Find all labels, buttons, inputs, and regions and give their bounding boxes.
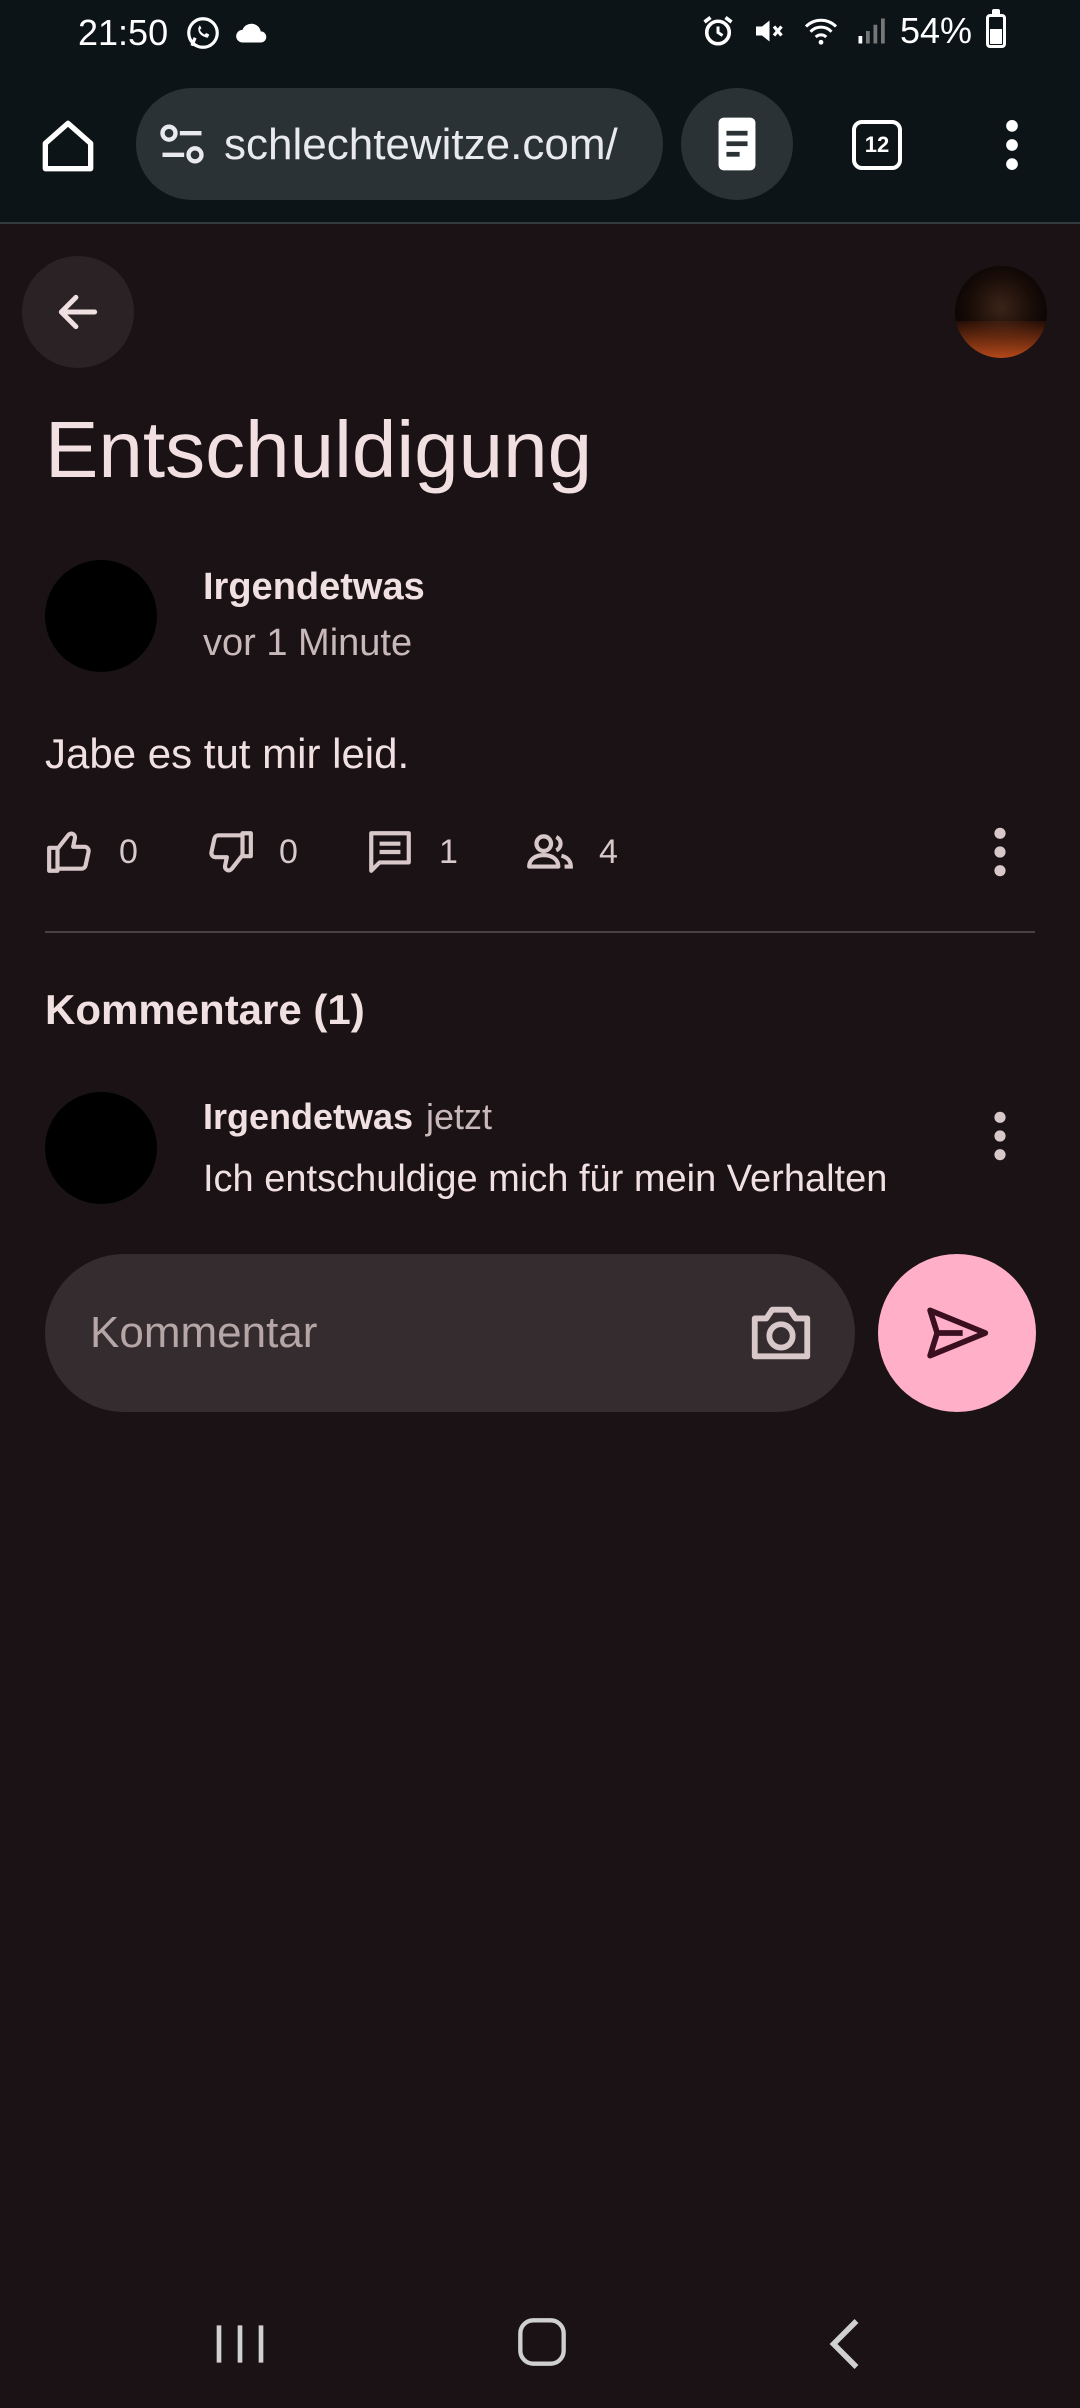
comment-more-icon[interactable] [990, 1108, 1010, 1164]
like-button[interactable]: 0 [45, 820, 138, 884]
signal-icon [858, 18, 885, 44]
site-settings-icon[interactable] [156, 118, 208, 170]
post-actions: 0 0 1 4 [45, 820, 1035, 884]
comment-author[interactable]: Irgendetwas [203, 1096, 413, 1138]
comment-icon [369, 831, 411, 873]
mute-icon [755, 20, 783, 42]
reader-mode-button[interactable] [681, 88, 793, 200]
whatsapp-icon [187, 17, 219, 49]
system-nav-bar [0, 2280, 1080, 2408]
status-time: 21:50 [78, 12, 169, 53]
comment-timestamp: jetzt [426, 1096, 493, 1137]
address-bar[interactable]: schlechtewitze.com/ [136, 88, 663, 200]
battery-icon [986, 9, 1006, 48]
send-button[interactable] [878, 1254, 1036, 1412]
people-icon [527, 834, 573, 869]
arrow-left-icon [58, 294, 98, 330]
thumbs-down-icon [209, 831, 253, 873]
battery-percent: 54% [899, 10, 972, 51]
battery-fill [990, 28, 1002, 44]
post-author-avatar[interactable] [45, 560, 157, 672]
like-count: 0 [119, 832, 138, 871]
home-icon[interactable] [36, 114, 100, 178]
comments-button[interactable]: 1 [365, 820, 458, 884]
comment-author-avatar[interactable] [45, 1092, 157, 1204]
document-icon [718, 117, 756, 171]
recents-icon[interactable] [212, 2320, 268, 2368]
thumbs-up-icon [47, 831, 91, 873]
post-author[interactable]: Irgendetwas [203, 566, 425, 609]
wifi-icon [804, 18, 838, 45]
browser-menu-icon[interactable] [990, 118, 1034, 172]
viewer-count: 4 [599, 832, 618, 871]
comment-count: 1 [439, 832, 458, 871]
camera-icon[interactable] [745, 1298, 817, 1368]
home-nav-icon[interactable] [516, 2316, 568, 2368]
comment-input-container [45, 1254, 855, 1412]
back-button[interactable] [22, 256, 134, 368]
alarm-icon [703, 16, 733, 46]
back-nav-icon[interactable] [822, 2316, 868, 2372]
cloud-icon [236, 23, 267, 43]
status-bar: 21:50 54% [0, 0, 1080, 64]
dislike-count: 0 [279, 832, 298, 871]
post-more-icon[interactable] [990, 824, 1010, 880]
browser-toolbar: schlechtewitze.com/ 12 [0, 64, 1080, 224]
url-text[interactable]: schlechtewitze.com/ [224, 120, 618, 170]
comments-heading: Kommentare (1) [45, 986, 365, 1033]
dislike-button[interactable]: 0 [205, 820, 298, 884]
post-title: Entschuldigung [45, 405, 593, 494]
post-timestamp: vor 1 Minute [203, 622, 413, 664]
tab-switcher-button[interactable]: 12 [852, 120, 902, 170]
post-body: Jabe es tut mir leid. [45, 730, 410, 777]
divider [45, 931, 1035, 933]
send-icon [927, 1307, 989, 1359]
comment-text: Ich entschuldige mich für mein Verhalten [203, 1158, 888, 1200]
user-profile-avatar[interactable] [955, 266, 1047, 358]
comment-input[interactable] [90, 1298, 710, 1368]
viewers-button[interactable]: 4 [525, 820, 618, 884]
